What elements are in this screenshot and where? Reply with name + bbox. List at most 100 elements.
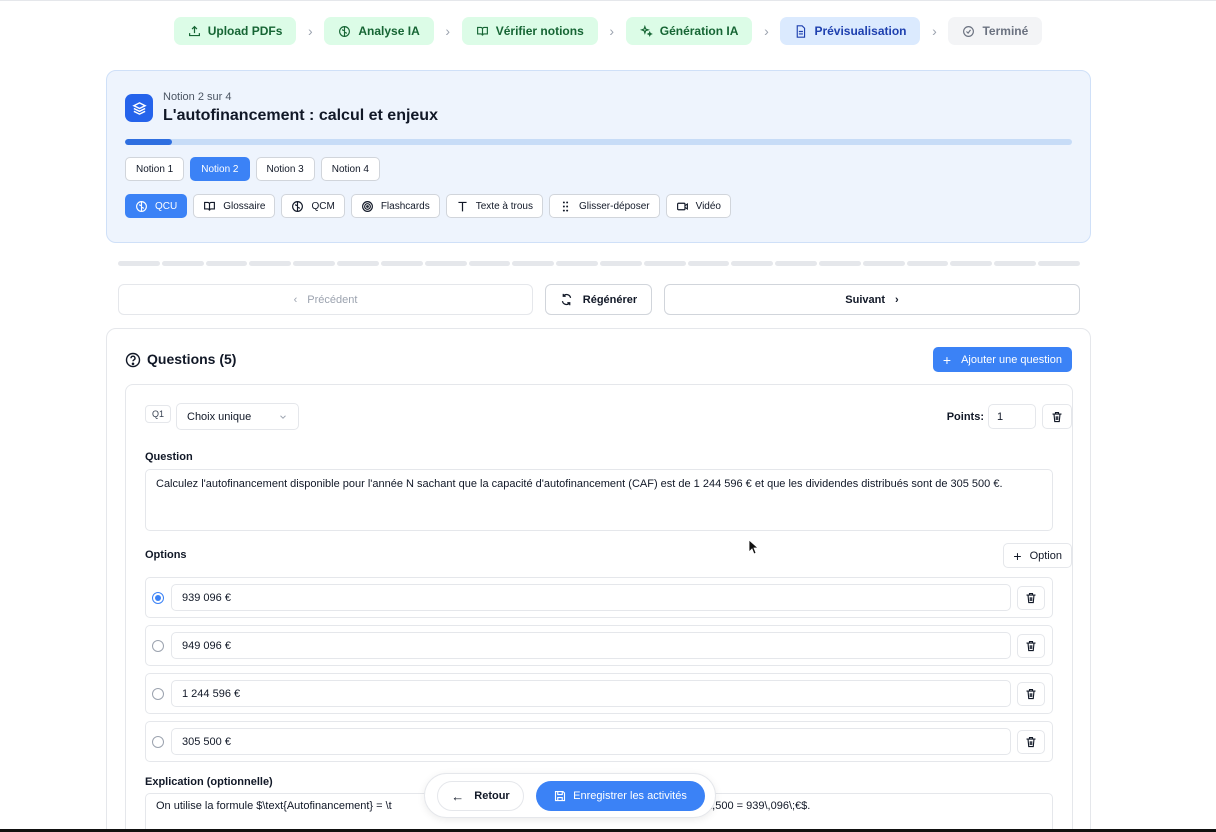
save-label: Enregistrer les activités <box>573 790 687 802</box>
activity-tabs: QCU Glossaire QCM Flashcards Texte à tro… <box>125 194 731 218</box>
questions-title: Questions (5) <box>147 351 237 367</box>
tab-qcu[interactable]: QCU <box>125 194 188 218</box>
tab-notion-2[interactable]: Notion 2 <box>190 157 250 181</box>
add-question-label: Ajouter une question <box>961 353 1062 366</box>
plus-icon: + <box>942 351 952 368</box>
tab-label: Vidéo <box>695 200 721 212</box>
chevron-right-icon: › <box>932 23 937 39</box>
option-row: 939 096 € <box>145 577 1053 618</box>
text-icon <box>458 201 467 211</box>
tab-glisser-deposer[interactable]: Glisser-déposer <box>549 194 660 218</box>
tab-label: Glossaire <box>223 200 266 212</box>
step-label: Upload PDFs <box>207 24 283 38</box>
tab-flashcards[interactable]: Flashcards <box>350 194 440 218</box>
layers-icon <box>125 94 153 122</box>
option-radio[interactable] <box>152 736 164 748</box>
option-row: 305 500 € <box>145 721 1053 762</box>
tab-glossaire[interactable]: Glossaire <box>193 194 276 218</box>
regenerate-button[interactable]: Régénérer <box>545 284 652 315</box>
delete-option-button[interactable] <box>1017 634 1045 658</box>
regenerate-label: Régénérer <box>582 293 638 306</box>
step-label: Prévisualisation <box>814 24 907 38</box>
brain-icon <box>292 200 304 212</box>
video-icon <box>676 202 688 210</box>
wizard-stepper: Upload PDFs › Analyse IA › Vérifier noti… <box>0 17 1216 45</box>
chevron-right-icon: › <box>609 23 615 39</box>
tab-texte-a-trous[interactable]: Texte à trous <box>445 194 543 218</box>
step-generation-ia[interactable]: Génération IA <box>625 17 753 45</box>
question-textarea[interactable]: Calculez l'autofinancement disponible po… <box>145 469 1053 531</box>
tab-qcm[interactable]: QCM <box>281 194 345 218</box>
step-label: Analyse IA <box>358 24 420 38</box>
option-radio[interactable] <box>152 592 164 604</box>
option-input[interactable]: 1 244 596 € <box>171 680 1011 707</box>
trash-icon <box>1026 736 1036 748</box>
next-button[interactable]: Suivant › <box>664 284 1080 315</box>
option-radio[interactable] <box>152 640 164 652</box>
trash-icon <box>1026 688 1036 700</box>
delete-option-button[interactable] <box>1017 682 1045 706</box>
trash-icon <box>1052 411 1062 422</box>
tab-notion-4[interactable]: Notion 4 <box>320 157 380 181</box>
floating-action-bar: ← Retour Enregistrer les activités <box>424 773 716 818</box>
delete-option-button[interactable] <box>1017 586 1045 610</box>
option-input[interactable]: 305 500 € <box>171 728 1011 755</box>
chevron-down-icon <box>280 414 286 419</box>
tab-video[interactable]: Vidéo <box>665 194 731 218</box>
question-number-badge: Q1 <box>145 405 172 423</box>
arrow-left-icon: ← <box>451 788 465 804</box>
tab-label: Texte à trous <box>475 200 533 212</box>
navigation-row: ‹ Précédent Régénérer Suivant › <box>118 284 1080 315</box>
options-label: Options <box>145 549 187 561</box>
question-type-value: Choix unique <box>187 410 252 423</box>
step-previsualisation[interactable]: Prévisualisation <box>780 17 921 45</box>
previous-button[interactable]: ‹ Précédent <box>118 284 533 315</box>
notion-header-card: Notion 2 sur 4 L'autofinancement : calcu… <box>106 70 1091 243</box>
option-input[interactable]: 939 096 € <box>171 584 1011 611</box>
step-upload-pdfs[interactable]: Upload PDFs <box>173 17 297 45</box>
points-input[interactable]: 1 <box>988 404 1036 429</box>
tab-notion-3[interactable]: Notion 3 <box>255 157 315 181</box>
brain-icon <box>136 200 147 212</box>
notion-progress-bar <box>125 139 1072 145</box>
back-button[interactable]: ← Retour <box>437 781 524 811</box>
option-input[interactable]: 949 096 € <box>171 632 1011 659</box>
question-type-select[interactable]: Choix unique <box>176 403 299 430</box>
chevron-left-icon: ‹ <box>293 293 298 306</box>
step-label: Terminé <box>982 24 1029 38</box>
step-termine[interactable]: Terminé <box>948 17 1043 45</box>
step-analyse-ia[interactable]: Analyse IA <box>324 17 434 45</box>
plus-icon: + <box>1013 547 1022 564</box>
step-verifier-notions[interactable]: Vérifier notions <box>461 17 598 45</box>
tab-label: Flashcards <box>380 200 430 212</box>
delete-option-button[interactable] <box>1017 730 1045 754</box>
tab-label: Glisser-déposer <box>579 200 650 212</box>
upload-icon <box>188 25 200 36</box>
step-label: Génération IA <box>659 24 739 38</box>
check-circle-icon <box>963 25 975 37</box>
help-circle-icon <box>125 352 141 368</box>
add-option-label: Option <box>1029 549 1062 562</box>
question-label: Question <box>145 451 193 463</box>
tab-label: QCM <box>311 200 335 212</box>
brain-icon <box>339 25 351 37</box>
questions-card: Questions (5) + Ajouter une question Q1 … <box>106 328 1091 832</box>
grip-icon <box>562 200 569 212</box>
option-row: 1 244 596 € <box>145 673 1053 714</box>
notion-counter: Notion 2 sur 4 <box>163 91 232 103</box>
chevron-right-icon: › <box>764 23 769 39</box>
notion-progress-fill <box>125 139 173 145</box>
chevron-right-icon: › <box>308 23 313 39</box>
next-label: Suivant <box>845 293 886 306</box>
delete-question-button[interactable] <box>1042 404 1072 429</box>
add-option-button[interactable]: + Option <box>1003 543 1072 568</box>
back-label: Retour <box>474 790 510 802</box>
add-question-button[interactable]: + Ajouter une question <box>932 347 1072 372</box>
question-item: Q1 Choix unique Points: 1 Question Calcu… <box>125 384 1073 832</box>
option-radio[interactable] <box>152 688 164 700</box>
points-label: Points: <box>946 411 984 423</box>
tab-notion-1[interactable]: Notion 1 <box>125 157 185 181</box>
save-activities-button[interactable]: Enregistrer les activités <box>536 781 705 811</box>
step-label: Vérifier notions <box>495 24 584 38</box>
refresh-icon <box>561 293 571 306</box>
